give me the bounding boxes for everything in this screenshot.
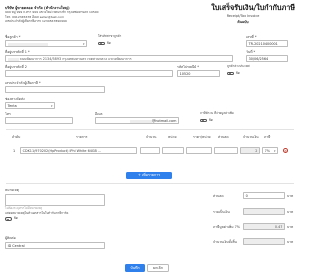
summary-vat-label: ภาษีมูลค่าเพิ่ม 7% xyxy=(213,225,240,229)
customer-label: ชื่อลูกค้า * xyxy=(5,35,21,39)
customer-input[interactable]: ▾ xyxy=(5,40,87,47)
email-label: อีเมล xyxy=(95,112,103,116)
chevron-down-icon: ▾ xyxy=(82,41,85,46)
divider xyxy=(6,129,294,130)
remark-textarea[interactable] xyxy=(5,194,105,206)
contact-label: ผู้ติดต่อ xyxy=(5,236,16,240)
taxid-label: เลขประจำตัวผู้เสียภาษี * xyxy=(5,81,41,85)
address2-label: ที่อยู่บรรทัดที่ 2 xyxy=(5,65,27,69)
address1-input[interactable]: ถนนพัฒนาการ 2134/5893 กรุงเทพมหานคร เขตส… xyxy=(5,55,233,62)
sendtype-label: ช่องทางจัดส่ง xyxy=(5,97,25,101)
summary-discount-input[interactable]: 0 xyxy=(243,192,285,199)
col-header-unit: หน่วย xyxy=(168,135,177,139)
document-title: ใบเสร็จรับเงิน/ใบกำกับภาษี xyxy=(211,3,295,12)
print-toggle-state: ปิด xyxy=(14,216,18,220)
deduct-toggle-label: ภาษีหัก ณ ที่จ่ายมูลค่าเพิ่ม xyxy=(200,111,234,115)
col-header-item: รายการ xyxy=(76,135,88,139)
col-header-amount: จำนวนเงิน xyxy=(243,135,259,139)
document-copy-label: ต้นฉบับ xyxy=(237,20,249,24)
summary-discount-unit: บาท xyxy=(287,194,294,198)
add-item-button[interactable]: + เพิ่มรายการ xyxy=(126,172,172,179)
discount-input[interactable] xyxy=(214,147,238,154)
company-taxid: เลขประจำตัวผู้เสียภาษีอากร 1234567890999 xyxy=(5,19,67,23)
foreign-toggle-label: ลูกค้าต่างประเทศ xyxy=(227,64,250,68)
print-toggle[interactable] xyxy=(5,217,12,221)
remove-row-icon[interactable]: × xyxy=(283,148,288,153)
summary-grand-label: จำนวนเงินทั้งสิ้น xyxy=(213,240,237,244)
row-number: 1 xyxy=(13,149,16,153)
address2-input[interactable] xyxy=(5,70,173,77)
unit-input[interactable] xyxy=(162,147,184,154)
address1-label: ที่อยู่บรรทัดที่ 1 * xyxy=(5,50,30,54)
branch-toggle-state: ปิด xyxy=(107,40,111,45)
amount-field: 2 xyxy=(240,147,260,154)
item-input[interactable]: CDK11/970202(HpProduct) iPhi White 64GB … xyxy=(20,147,137,154)
chevron-down-icon: ▾ xyxy=(273,148,276,153)
deduct-toggle-state: ปิด xyxy=(209,117,213,122)
branch-toggle[interactable] xyxy=(98,41,105,46)
price-input[interactable] xyxy=(186,147,212,154)
foreign-toggle-state: ปิด xyxy=(236,70,240,75)
zip-input[interactable]: 10520 xyxy=(177,70,220,77)
summary-discount-label: ส่วนลด xyxy=(213,194,224,198)
summary-grand-unit: บาท xyxy=(287,240,294,244)
summary-total-field xyxy=(243,208,285,215)
branch-toggle-label: ใส่รหัสสาขาลูกค้า xyxy=(98,34,122,38)
col-header-no: ลำดับ xyxy=(12,135,21,139)
phone-label: โทร xyxy=(5,112,11,116)
deduct-toggle[interactable] xyxy=(200,118,207,123)
vat-select[interactable]: 7% ▾ xyxy=(262,147,278,154)
divider xyxy=(6,183,294,184)
docno-label: เลขที่ * xyxy=(246,35,257,39)
summary-vat-field: 0.47 xyxy=(243,223,285,230)
docno-input[interactable]: TR-20210400001 xyxy=(246,40,288,47)
col-header-price: ราคา/หน่วย xyxy=(193,135,211,139)
qty-input[interactable] xyxy=(140,147,160,154)
phone-input[interactable] xyxy=(5,117,73,124)
col-header-qty: จำนวน xyxy=(146,135,157,139)
remark-label: หมายเหตุ xyxy=(5,188,19,192)
col-header-vat: ภาษี xyxy=(264,135,271,139)
summary-grand-field xyxy=(243,238,285,245)
zip-label: รหัสไปรษณีย์ * xyxy=(177,65,199,69)
save-button[interactable]: บันทึก xyxy=(125,264,145,272)
contact-input[interactable]: ID Central xyxy=(5,242,105,249)
email-input[interactable]: @hotmail.com xyxy=(95,117,179,124)
chevron-down-icon: ▾ xyxy=(50,103,53,108)
summary-vat-unit: บาท xyxy=(287,225,294,229)
summary-total-label: รวมเป็นเงิน xyxy=(213,210,230,214)
sendtype-select[interactable]: Tenta ▾ xyxy=(5,102,55,109)
col-header-discount: ส่วนลด xyxy=(218,135,229,139)
date-input[interactable]: 30/06/2564 xyxy=(246,55,288,62)
date-label: วันที่ * xyxy=(246,50,256,54)
cancel-button[interactable]: ยกเลิก xyxy=(147,264,169,272)
document-subtitle: Receipt/Tax Invoice xyxy=(226,14,260,18)
taxid-input[interactable] xyxy=(5,86,105,93)
foreign-toggle[interactable] xyxy=(227,71,234,76)
summary-total-unit: บาท xyxy=(287,210,294,214)
